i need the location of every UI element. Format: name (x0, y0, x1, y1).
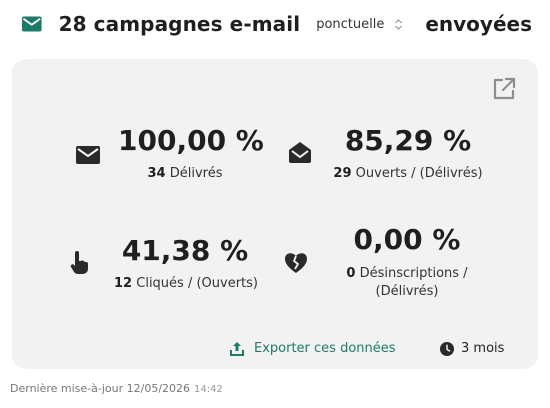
broken-heart-icon (285, 253, 307, 273)
delivered-text: Délivrés (169, 166, 223, 181)
campaign-header: 28 campagnes e-mail ponctuelle envoyées (22, 8, 532, 40)
last-updated-time: 14:42 (194, 384, 223, 395)
clicked-count: 12 (114, 276, 133, 291)
clock-icon (440, 341, 454, 356)
external-link-icon[interactable] (491, 76, 517, 102)
period-label: 3 mois (461, 341, 505, 356)
delivered-label: 34 Délivrés (118, 165, 252, 183)
export-data-label: Exporter ces données (254, 341, 396, 356)
opened-text: Ouverts / (Délivrés) (355, 166, 483, 181)
unsubscribed-text-1: Désinscriptions / (359, 266, 468, 281)
campaign-type-select[interactable]: ponctuelle (316, 17, 403, 32)
envelope-icon (76, 146, 100, 164)
opened-count: 29 (333, 166, 352, 181)
campaign-sent-label: envoyées (425, 12, 532, 36)
export-data-link[interactable]: Exporter ces données (230, 341, 396, 356)
envelope-icon (22, 16, 42, 32)
clicked-text: Cliqués / (Ouverts) (136, 276, 258, 291)
unsubscribed-count: 0 (346, 266, 356, 281)
opened-rate: 85,29 % (344, 124, 472, 157)
last-updated: Dernière mise-à-jour 12/05/2026 14:42 (10, 382, 223, 395)
unsubscribed-rate: 0,00 % (353, 223, 461, 256)
delivered-rate: 100,00 % (118, 124, 264, 157)
upload-icon (230, 342, 244, 356)
last-updated-label: Dernière mise-à-jour 12/05/2026 (10, 382, 191, 395)
delivered-count: 34 (147, 166, 166, 181)
clicked-label: 12 Cliqués / (Ouverts) (104, 275, 268, 293)
opened-label: 29 Ouverts / (Délivrés) (318, 165, 498, 183)
chevron-updown-icon (395, 18, 403, 30)
unsubscribed-text-2: (Délivrés) (375, 284, 439, 299)
period-selector[interactable]: 3 mois (440, 341, 504, 356)
unsubscribed-label: 0 Désinscriptions / (Délivrés) (324, 265, 490, 301)
campaign-type-value: ponctuelle (316, 16, 385, 32)
stats-card: 100,00 % 34 Délivrés 85,29 % 29 Ouverts … (12, 59, 538, 369)
envelope-open-icon (289, 142, 311, 163)
clicked-rate: 41,38 % (121, 234, 249, 267)
pointer-hand-icon (70, 251, 88, 274)
campaign-count-title: 28 campagnes e-mail (58, 12, 301, 36)
